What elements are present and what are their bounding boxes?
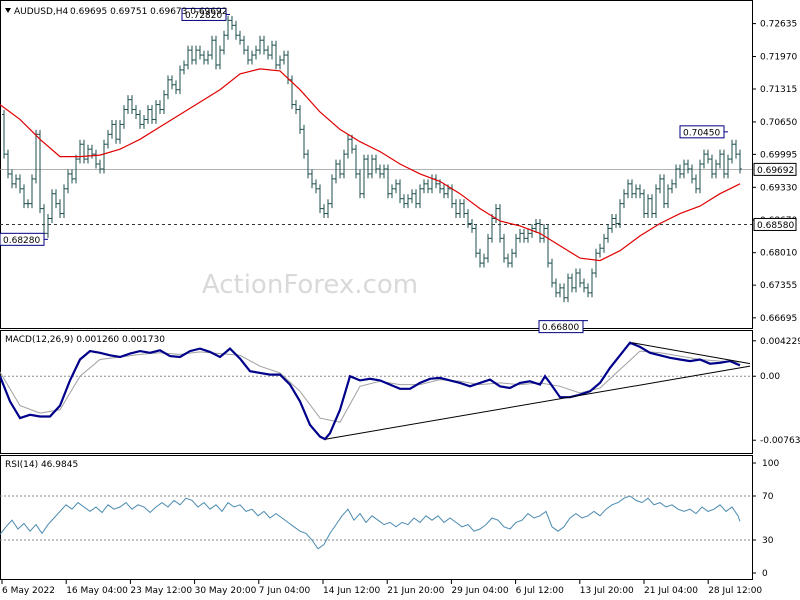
annotation-label: 0.66800: [542, 323, 579, 333]
x-tick-label: 23 May 12:00: [130, 586, 192, 596]
x-axis: 6 May 2022 16 May 04:00 23 May 12:00 30 May…: [1, 580, 762, 596]
macd-y-tick-label: 0.00: [760, 372, 780, 382]
rsi-y-tick-label: 0: [762, 569, 768, 579]
support-label: 0.68580: [757, 221, 794, 231]
annotation-label: 0.70450: [683, 128, 720, 138]
y-tick-label: 0.71315: [760, 85, 797, 95]
rsi-y-axis: 100 70 30 0: [752, 459, 779, 579]
y-tick-label: 0.70650: [760, 118, 797, 128]
last-price-label: 0.69692: [757, 166, 794, 176]
macd-y-tick-label: -0.007633: [760, 436, 800, 446]
support-marker: 0.68580: [753, 217, 797, 231]
rsi-y-tick-label: 30: [762, 536, 774, 546]
y-tick-label: 0.72635: [760, 20, 797, 30]
macd-panel: [0, 330, 753, 454]
x-tick-label: 14 Jun 12:00: [323, 586, 380, 596]
rsi-panel: [0, 455, 753, 580]
x-tick-label: 21 Jul 04:00: [644, 586, 698, 596]
rsi-title: RSI(14) 46.9845: [5, 460, 78, 470]
x-tick-label: 21 Jun 20:00: [387, 586, 444, 596]
x-tick-label: 6 Jul 12:00: [516, 586, 565, 596]
ohlc-readout: 0.69695 0.69751 0.69673 0.69692: [70, 7, 227, 17]
x-tick-label: 7 Jun 04:00: [259, 586, 311, 596]
rsi-y-tick-label: 70: [762, 492, 774, 502]
macd-y-axis: 0.004229 0.00 -0.007633: [752, 337, 800, 446]
y-tick-label: 0.69330: [760, 183, 797, 193]
y-tick-label: 0.69995: [760, 150, 797, 160]
y-tick-label: 0.71970: [760, 53, 797, 63]
price-y-axis: 0.72635 0.71970 0.71315 0.70650 0.69995 0.693…: [752, 20, 797, 324]
x-tick-label: 29 Jun 04:00: [451, 586, 508, 596]
price-annotation: 0.70450: [679, 125, 728, 139]
price-annotation: 0.66800: [538, 320, 588, 334]
y-tick-label: 0.68010: [760, 249, 797, 259]
price-annotation: 0.68280: [0, 232, 48, 246]
last-price-marker: 0.69692: [753, 162, 797, 176]
y-tick-label: 0.67355: [760, 281, 797, 291]
rsi-y-tick-label: 100: [762, 459, 779, 469]
x-tick-label: 16 May 04:00: [66, 586, 128, 596]
x-tick-label: 28 Jul 12:00: [708, 586, 762, 596]
y-tick-label: 0.66695: [760, 314, 797, 324]
watermark: ActionForex.com: [202, 270, 418, 300]
chart-header: AUDUSD,H4 0.69695 0.69751 0.69673 0.6969…: [5, 7, 227, 17]
x-tick-label: 30 May 20:00: [195, 586, 257, 596]
annotation-label: 0.68280: [3, 236, 40, 246]
x-tick-label: 6 May 2022: [2, 586, 55, 596]
chart-canvas: ActionForex.com 0.728200.704500.682800.6…: [0, 0, 800, 596]
macd-title: MACD(12,26,9) 0.001260 0.001730: [5, 335, 165, 345]
x-tick-label: 13 Jul 20:00: [580, 586, 634, 596]
macd-y-tick-label: 0.004229: [760, 337, 800, 347]
symbol-label: AUDUSD,H4: [14, 7, 69, 17]
